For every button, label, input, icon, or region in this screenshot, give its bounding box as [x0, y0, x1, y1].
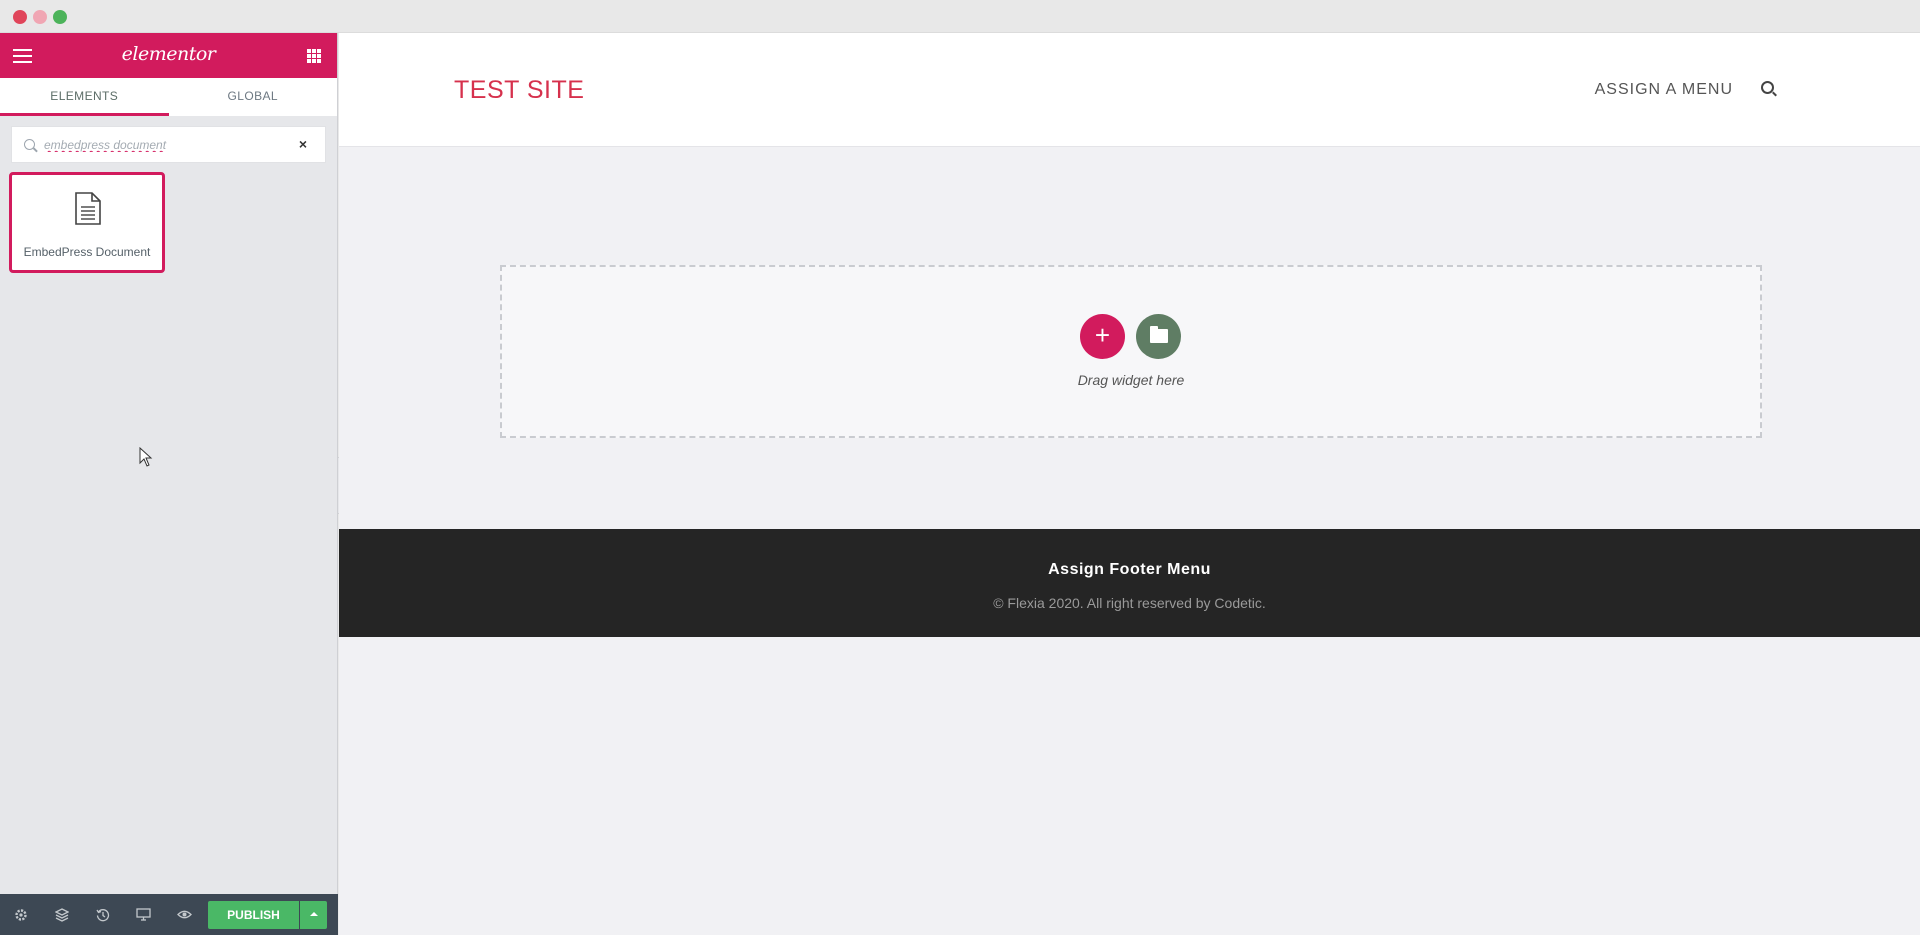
history-button[interactable] [82, 894, 123, 935]
site-preview: TEST SITE ASSIGN A MENU + Drag widget he… [339, 33, 1920, 935]
responsive-button[interactable] [123, 894, 164, 935]
header-search-icon[interactable] [1761, 81, 1774, 94]
responsive-icon [136, 908, 151, 921]
widget-embedpress-document[interactable]: EmbedPress Document [9, 172, 165, 273]
preview-button[interactable] [164, 894, 205, 935]
widgets-grid-icon[interactable] [307, 49, 321, 63]
drag-widget-hint: Drag widget here [1077, 372, 1185, 388]
empty-section-drop-zone[interactable]: + Drag widget here [500, 265, 1762, 438]
search-input[interactable] [44, 135, 284, 155]
history-icon [95, 908, 109, 921]
tab-elements[interactable]: ELEMENTS [0, 78, 169, 116]
elementor-panel: elementor ELEMENTS GLOBAL × EmbedPress D… [0, 33, 338, 935]
panel-footer: PUBLISH [0, 894, 338, 935]
footer-menu-link[interactable]: Assign Footer Menu [339, 561, 1920, 579]
add-section-button[interactable]: + [1080, 314, 1125, 359]
site-title[interactable]: TEST SITE [454, 76, 584, 105]
settings-button[interactable] [0, 894, 41, 935]
window-title-bar [0, 0, 1920, 33]
document-icon [75, 192, 101, 225]
search-icon [24, 139, 35, 150]
clear-search-icon[interactable]: × [299, 137, 307, 151]
site-footer: Assign Footer Menu © Flexia 2020. All ri… [339, 529, 1920, 637]
window-minimize-icon[interactable] [33, 10, 47, 24]
mouse-cursor-icon [139, 447, 153, 467]
panel-header: elementor [0, 33, 337, 78]
folder-icon [1150, 326, 1168, 343]
tab-global[interactable]: GLOBAL [169, 78, 338, 116]
navigator-icon [54, 907, 69, 922]
assign-menu-link[interactable]: ASSIGN A MENU [1595, 81, 1733, 99]
add-template-button[interactable] [1136, 314, 1181, 359]
publish-options-button[interactable] [300, 901, 327, 929]
site-header: TEST SITE ASSIGN A MENU [339, 33, 1920, 147]
window-maximize-icon[interactable] [53, 10, 67, 24]
publish-button[interactable]: PUBLISH [208, 901, 299, 929]
elementor-logo: elementor [121, 43, 216, 65]
window-close-icon[interactable] [13, 10, 27, 24]
footer-copyright: © Flexia 2020. All right reserved by Cod… [993, 595, 1266, 611]
navigator-button[interactable] [41, 894, 82, 935]
widget-search: × [11, 126, 326, 163]
preview-icon [177, 910, 192, 919]
widget-label: EmbedPress Document [23, 245, 151, 259]
panel-tabs: ELEMENTS GLOBAL [0, 78, 337, 116]
settings-icon [14, 908, 27, 921]
